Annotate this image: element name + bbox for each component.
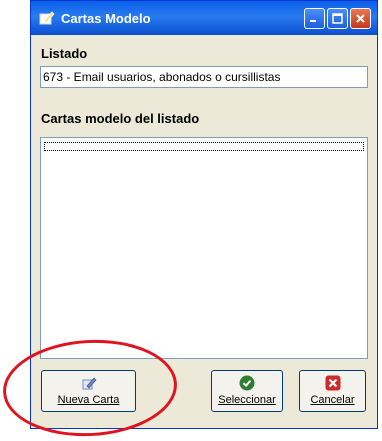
seleccionar-button[interactable]: Seleccionar bbox=[211, 370, 283, 412]
list-focus-row[interactable] bbox=[44, 142, 364, 151]
listado-label: Listado bbox=[41, 46, 88, 61]
minimize-button[interactable] bbox=[304, 8, 325, 29]
title-bar[interactable]: Cartas Modelo bbox=[31, 1, 377, 35]
nueva-carta-button[interactable]: Nueva Carta bbox=[41, 370, 136, 412]
cancelar-button[interactable]: Cancelar bbox=[299, 370, 366, 412]
close-button[interactable] bbox=[350, 8, 371, 29]
maximize-button[interactable] bbox=[327, 8, 348, 29]
cartas-modelo-window: Cartas Modelo Listado 673 - Email usuari… bbox=[30, 0, 378, 429]
seleccionar-label: Seleccionar bbox=[218, 394, 276, 406]
minimize-icon bbox=[310, 20, 316, 22]
maximize-icon bbox=[332, 13, 343, 24]
cartas-modelo-list[interactable] bbox=[40, 137, 368, 359]
check-icon bbox=[239, 375, 255, 391]
cancel-icon bbox=[325, 375, 341, 391]
nueva-carta-label: Nueva Carta bbox=[57, 394, 120, 406]
close-icon bbox=[356, 14, 365, 23]
cancelar-label: Cancelar bbox=[310, 394, 355, 406]
letter-edit-icon bbox=[39, 10, 55, 26]
cartas-modelo-label: Cartas modelo del listado bbox=[41, 111, 200, 126]
pencil-letter-icon bbox=[81, 375, 97, 391]
window-title: Cartas Modelo bbox=[61, 10, 151, 26]
listado-field[interactable]: 673 - Email usuarios, abonados o cursill… bbox=[40, 66, 368, 88]
